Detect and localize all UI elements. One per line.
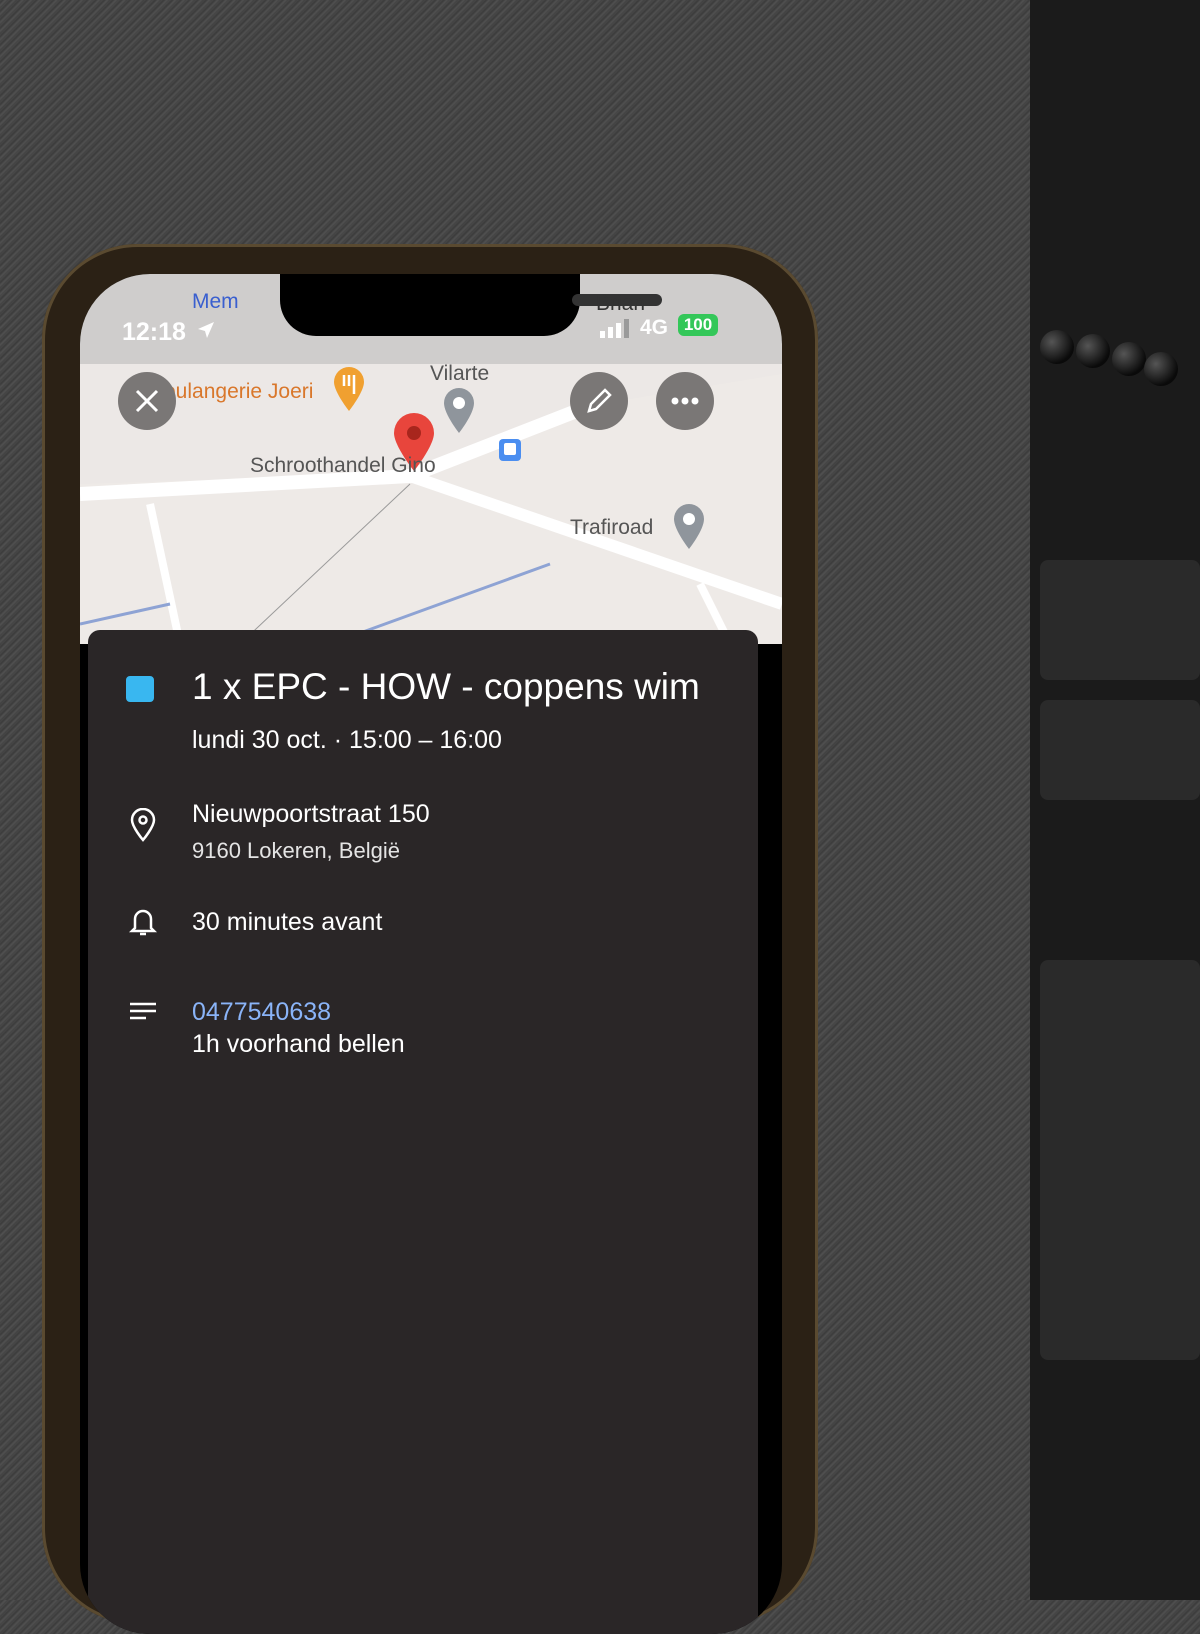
event-phone-link[interactable]: 0477540638	[192, 998, 331, 1027]
more-options-button[interactable]	[656, 372, 714, 430]
more-icon	[671, 397, 699, 405]
map-view[interactable]: Boulangerie Joeri Vilarte Schroothandel …	[80, 364, 782, 644]
notch	[280, 274, 662, 336]
close-button[interactable]	[118, 372, 176, 430]
map-label-vilarte[interactable]: Vilarte	[430, 364, 489, 386]
calendar-color-chip	[126, 676, 154, 702]
location-pin-icon	[130, 808, 156, 842]
status-bar: Mem 12:18 Brian 4G 100	[80, 274, 782, 364]
notes-icon	[130, 1002, 156, 1020]
map-label-scrapyard[interactable]: Schroothandel Gino	[250, 454, 436, 478]
bus-stop-icon[interactable]	[498, 438, 522, 462]
bell-icon	[128, 909, 158, 936]
event-note: 1h voorhand bellen	[192, 1030, 405, 1058]
event-address-line2[interactable]: 9160 Lokeren, België	[192, 838, 400, 864]
map-label-trafiroad[interactable]: Trafiroad	[570, 516, 653, 540]
clock: 12:18	[122, 318, 186, 346]
car-console	[1030, 0, 1200, 1600]
event-notification[interactable]: 30 minutes avant	[192, 908, 382, 937]
back-app-label[interactable]: Mem	[192, 290, 239, 314]
place-pin-icon[interactable]	[672, 502, 706, 550]
edit-icon	[587, 388, 612, 413]
phone-screen: Mem 12:18 Brian 4G 100 Boulangerie Joeri…	[80, 274, 782, 1634]
battery-indicator: 100	[678, 314, 718, 336]
network-type: 4G	[640, 316, 669, 339]
signal-icon	[600, 319, 629, 338]
event-title: 1 x EPC - HOW - coppens wim	[192, 666, 700, 707]
status-right-label: Brian	[596, 292, 646, 315]
phone-device: Mem 12:18 Brian 4G 100 Boulangerie Joeri…	[42, 244, 818, 1634]
restaurant-pin-icon[interactable]	[332, 366, 366, 412]
edit-button[interactable]	[570, 372, 628, 430]
close-icon	[135, 389, 159, 413]
event-address-line1[interactable]: Nieuwpoortstraat 150	[192, 800, 430, 829]
location-arrow-icon	[198, 322, 214, 338]
event-datetime: lundi 30 oct. · 15:00 – 16:00	[192, 726, 502, 754]
place-pin-icon[interactable]	[442, 386, 476, 434]
event-details-sheet: 1 x EPC - HOW - coppens wim lundi 30 oct…	[88, 630, 758, 1634]
